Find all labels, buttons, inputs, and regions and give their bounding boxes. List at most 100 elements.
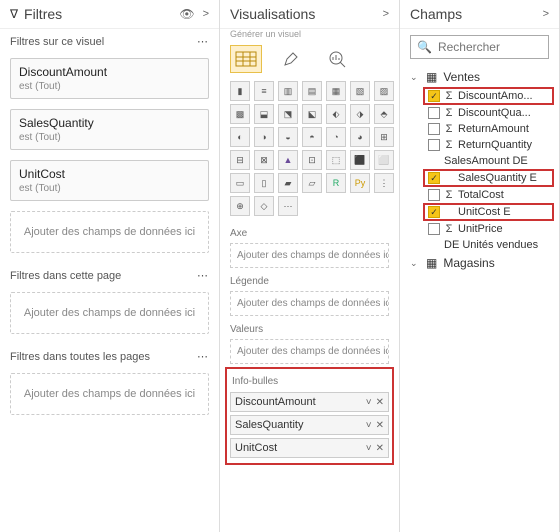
field-returnamount[interactable]: Σ ReturnAmount [400,121,559,137]
viz-type-icon[interactable]: ⊟ [230,150,250,170]
viz-header: Visualisations > [220,0,399,29]
field-discountquantity[interactable]: Σ DiscountQua... [400,105,559,121]
field-unitcost[interactable]: ✓ UnitCost E [424,204,553,220]
filter-page-dropzone[interactable]: Ajouter des champs de données ici [10,292,209,334]
field-discountamount[interactable]: ✓ Σ DiscountAmo... [424,88,553,104]
viz-type-icon[interactable]: ◑ [254,127,274,147]
field-totalcost[interactable]: Σ TotalCost [400,187,559,203]
filter-card[interactable]: UnitCost est (Tout) [10,160,209,201]
checkbox-icon[interactable] [428,139,440,151]
viz-type-icon[interactable]: ▱ [302,173,322,193]
viz-type-icon[interactable]: ⬓ [254,104,274,124]
remove-icon[interactable]: ✕ [376,420,384,431]
viz-type-icon[interactable]: ⬖ [326,104,346,124]
tooltip-field-name: SalesQuantity [235,419,303,431]
field-salesamount-de[interactable]: SalesAmount DE [400,153,559,169]
field-label: UnitCost E [458,206,553,218]
viz-type-icon[interactable]: ⬔ [278,104,298,124]
field-salesquantity[interactable]: ✓ SalesQuantity E [424,170,553,186]
viz-type-icon[interactable]: Py [350,173,370,193]
filter-name: DiscountAmount [19,65,200,79]
viz-type-icon[interactable]: ≡ [254,81,274,101]
viz-type-icon[interactable]: ⬛ [350,150,370,170]
well-infobulles-label: Info-bulles [230,374,389,389]
checkbox-icon[interactable] [428,223,440,235]
viz-type-icon[interactable]: ◓ [302,127,322,147]
checkbox-icon[interactable]: ✓ [428,172,440,184]
filters-all-section: Filtres dans toutes les pages ⋯ [0,344,219,369]
viz-type-icon[interactable]: ▦ [326,81,346,101]
checkbox-icon[interactable] [428,107,440,119]
viz-type-icon[interactable]: ◒ [278,127,298,147]
viz-type-icon[interactable]: ⊡ [302,150,322,170]
well-valeurs-dropzone[interactable]: Ajouter des champs de données ici [230,339,389,364]
viz-type-icon[interactable]: ▰ [278,173,298,193]
visualizations-pane: Visualisations > Générer un visuel ▮ ≡ ▥… [220,0,400,532]
filter-summary: est (Tout) [19,81,200,92]
field-label: UnitPrice [458,223,559,235]
more-icon[interactable]: ⋯ [197,350,209,363]
viz-type-icon[interactable]: ◕ [350,127,370,147]
viz-type-icon[interactable]: ⬚ [326,150,346,170]
checkbox-icon[interactable]: ✓ [428,90,440,102]
checkbox-icon[interactable]: ✓ [428,206,440,218]
sigma-icon: Σ [444,139,454,151]
viz-type-icon[interactable]: ◇ [254,196,274,216]
checkbox-icon[interactable] [428,123,440,135]
tooltip-field-item[interactable]: DiscountAmount ˅✕ [230,392,389,412]
field-unitprice[interactable]: Σ UnitPrice [400,221,559,237]
well-axe-dropzone[interactable]: Ajouter des champs de données ici [230,243,389,268]
viz-type-icon[interactable]: ▨ [374,81,394,101]
filter-card[interactable]: DiscountAmount est (Tout) [10,58,209,99]
viz-type-icon[interactable]: ▭ [230,173,250,193]
viz-type-icon[interactable]: ▩ [230,104,250,124]
more-icon[interactable]: ⋯ [197,269,209,282]
viz-type-icon[interactable]: ▯ [254,173,274,193]
remove-icon[interactable]: ✕ [376,397,384,408]
field-unites-vendues[interactable]: DE Unités vendues [400,237,559,253]
filter-card[interactable]: SalesQuantity est (Tout) [10,109,209,150]
viz-type-icon[interactable]: ⬜ [374,150,394,170]
collapse-fields-icon[interactable]: > [543,8,549,20]
eye-icon[interactable]: 👁 [179,7,194,21]
chevron-down-icon[interactable]: ˅ [366,443,372,454]
viz-type-icon[interactable]: ⬘ [374,104,394,124]
viz-type-icon[interactable]: ◔ [326,127,346,147]
checkbox-icon[interactable] [428,189,440,201]
format-visual-button[interactable] [276,45,308,73]
search-input[interactable] [438,40,542,54]
tooltip-field-item[interactable]: UnitCost ˅✕ [230,438,389,458]
viz-type-icon[interactable]: ▧ [350,81,370,101]
viz-type-icon[interactable]: ▥ [278,81,298,101]
viz-type-icon[interactable]: ⋮ [374,173,394,193]
viz-type-icon[interactable]: ⬕ [302,104,322,124]
remove-icon[interactable]: ✕ [376,443,384,454]
filter-all-dropzone[interactable]: Ajouter des champs de données ici [10,373,209,415]
viz-type-icon[interactable]: ▲ [278,150,298,170]
analytics-button[interactable] [322,45,354,73]
well-legende-dropzone[interactable]: Ajouter des champs de données ici [230,291,389,316]
table-ventes[interactable]: ⌄ ▦ Ventes [400,67,559,87]
viz-type-icon[interactable]: ⋯ [278,196,298,216]
viz-type-icon[interactable]: ⊕ [230,196,250,216]
viz-type-icon[interactable]: ⊞ [374,127,394,147]
fields-search[interactable]: 🔍 [410,35,549,59]
table-magasins[interactable]: ⌄ ▦ Magasins [400,253,559,273]
viz-type-icon[interactable]: ◐ [230,127,250,147]
collapse-viz-icon[interactable]: > [383,8,389,20]
filter-visual-dropzone[interactable]: Ajouter des champs de données ici [10,211,209,253]
viz-type-icon[interactable]: R [326,173,346,193]
viz-type-icon[interactable]: ▤ [302,81,322,101]
sigma-icon: Σ [444,223,454,235]
chevron-down-icon[interactable]: ˅ [366,397,372,408]
build-visual-button[interactable] [230,45,262,73]
chevron-down-icon[interactable]: ˅ [366,420,372,431]
viz-type-icon[interactable]: ⊠ [254,150,274,170]
more-icon[interactable]: ⋯ [197,35,209,48]
viz-type-icon[interactable]: ▮ [230,81,250,101]
viz-type-icon[interactable]: ⬗ [350,104,370,124]
field-returnquantity[interactable]: Σ ReturnQuantity [400,137,559,153]
collapse-filters-icon[interactable]: > [203,8,209,20]
tooltip-field-item[interactable]: SalesQuantity ˅ ✕ [230,415,389,435]
field-label: TotalCost [458,189,559,201]
